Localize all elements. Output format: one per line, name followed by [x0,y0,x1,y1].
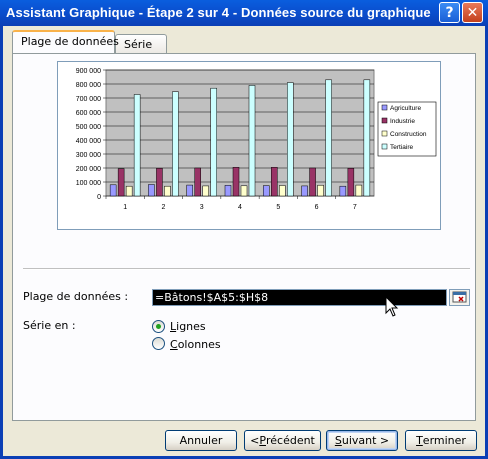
x-tick-label: 3 [200,204,204,211]
bar-agriculture [186,184,193,197]
bar-industrie [347,168,355,197]
y-tick-label: 100 000 [76,180,101,187]
help-button[interactable]: ? [439,2,460,23]
legend-swatch [381,130,388,137]
bar-construction [164,185,171,197]
bar-industrie [271,167,278,197]
bar-construction [125,185,133,197]
y-tick-label: 200 000 [76,166,101,173]
legend-swatch [381,104,388,111]
x-tick-label: 7 [353,204,357,211]
bar-construction [317,184,324,197]
window-title: Assistant Graphique - Étape 2 sur 4 - Do… [6,5,431,20]
bar-agriculture [109,184,117,197]
previous-button[interactable]: < Précédent [244,430,321,451]
x-tick-label: 6 [315,204,319,211]
title-bar[interactable]: Assistant Graphique - Étape 2 sur 4 - Do… [0,0,488,26]
y-tick-label: 500 000 [76,124,101,131]
bar-agriculture [339,185,347,197]
chart-wizard-window: Assistant Graphique - Étape 2 sur 4 - Do… [0,0,488,459]
bar-tertiaire [133,94,141,197]
bar-construction [355,184,363,197]
finish-button[interactable]: Terminer [405,430,477,451]
chart-svg: 0 100 000 200 000 300 000 400 000 500 000 600 … [76,68,437,211]
tab-panel: 0 100 000 200 000 300 000 400 000 500 000 600 … [12,53,476,421]
radio-columns-label[interactable]: Colonnes [170,338,221,351]
cancel-button[interactable]: Annuler [165,430,237,451]
bar-construction [202,185,209,197]
collapse-dialog-button[interactable] [449,289,470,306]
bar-industrie [309,167,316,197]
x-tick-label: 1 [123,204,127,211]
y-tick-label: 400 000 [76,138,101,145]
bar-tertiaire [210,87,217,197]
legend-swatch [381,117,388,124]
x-tick-label: 5 [276,204,280,211]
chart-preview: 0 100 000 200 000 300 000 400 000 500 000 600 … [57,61,441,230]
y-tick-label: 700 000 [76,96,101,103]
y-tick-label: 0 [97,194,101,201]
legend-label: Tertiaire [390,144,414,151]
y-tick-label: 600 000 [76,110,101,117]
plot-area [105,69,375,197]
bar-agriculture [301,185,308,197]
bar-construction [279,185,286,197]
separator [23,268,470,270]
bar-industrie [117,168,125,197]
bar-tertiaire [363,79,371,197]
bar-industrie [194,167,201,197]
bar-industrie [156,168,163,197]
y-tick-label: 300 000 [76,152,101,159]
tab-data-range[interactable]: Plage de données [12,30,119,53]
bar-tertiaire [287,82,294,197]
bar-tertiaire [172,91,179,197]
x-tick-label: 2 [161,204,165,211]
bar-agriculture [224,185,232,197]
tab-series[interactable]: Série [115,34,167,53]
series-in-label: Série en : [23,319,76,332]
bar-tertiaire [325,79,332,197]
collapse-dialog-icon [452,291,467,303]
mouse-cursor-icon [385,296,399,317]
legend-label: Construction [390,131,427,138]
y-tick-label: 900 000 [76,68,101,75]
next-button[interactable]: Suivant > [326,430,398,451]
bar-construction [240,185,248,197]
y-tick-label: 800 000 [76,82,101,89]
radio-rows-label[interactable]: Lignes [170,320,206,333]
bar-agriculture [263,185,270,197]
data-range-label: Plage de données : [23,290,129,303]
legend-swatch [381,143,388,150]
radio-rows[interactable] [152,320,165,333]
bar-tertiaire [248,85,256,197]
radio-columns[interactable] [152,337,165,350]
legend-label: Industrie [390,118,415,125]
x-tick-label: 4 [238,204,242,211]
legend-label: Agriculture [390,105,421,112]
close-button[interactable]: ✕ [462,2,483,23]
dialog-body: Plage de données Série 0 100 000 200 000 30… [0,26,488,459]
bar-industrie [232,167,240,197]
data-range-input[interactable]: =Bâtons!$A$5:$H$8 [152,289,447,306]
bar-agriculture [148,184,155,197]
